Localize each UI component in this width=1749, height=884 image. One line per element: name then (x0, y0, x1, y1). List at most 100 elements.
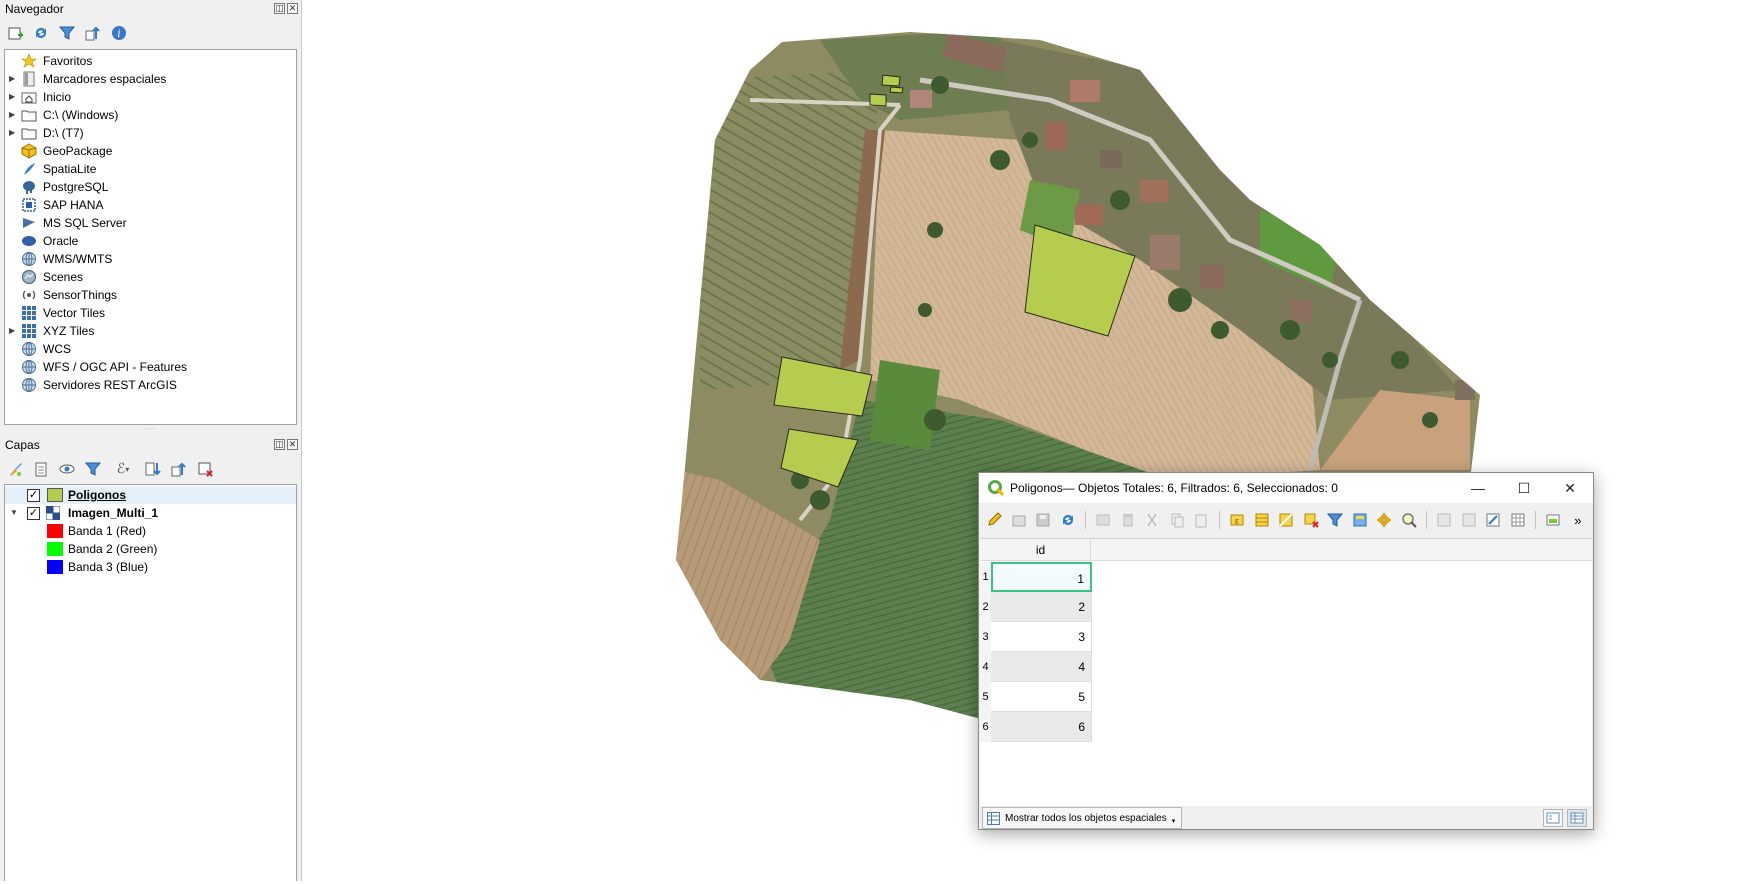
table-view-button[interactable] (1567, 809, 1587, 827)
panel-splitter[interactable]: ····· (0, 426, 302, 432)
browser-item[interactable]: Favoritos (5, 52, 296, 70)
polygon-feature[interactable] (869, 93, 887, 107)
row-number[interactable]: 5 (980, 682, 991, 712)
layer-visibility-checkbox[interactable]: ✓ (27, 507, 40, 520)
browser-item[interactable]: GeoPackage (5, 142, 296, 160)
browser-item[interactable]: ▶ C:\ (Windows) (5, 106, 296, 124)
close-panel-icon[interactable]: ✕ (287, 439, 298, 450)
toggle-editing-icon[interactable] (985, 511, 1004, 530)
save-edits-icon[interactable] (1034, 511, 1053, 530)
pan-to-selection-icon[interactable] (1375, 511, 1394, 530)
polygon-feature[interactable] (881, 74, 901, 87)
browser-item[interactable]: MS SQL Server (5, 214, 296, 232)
filter-icon[interactable] (58, 24, 76, 42)
close-button[interactable]: ✕ (1547, 473, 1593, 503)
remove-layer-icon[interactable] (196, 460, 214, 478)
maximize-button[interactable]: ☐ (1501, 473, 1547, 503)
row-number[interactable]: 6 (980, 712, 991, 742)
add-feature-icon[interactable] (1094, 511, 1113, 530)
deselect-all-icon[interactable] (1301, 511, 1320, 530)
id-cell[interactable]: 4 (991, 652, 1092, 682)
select-by-expression-icon[interactable]: ε (1228, 511, 1247, 530)
browser-item[interactable]: WMS/WMTS (5, 250, 296, 268)
refresh-icon[interactable] (32, 24, 50, 42)
table-row[interactable]: 66 (980, 712, 1092, 742)
browser-item[interactable]: SpatiaLite (5, 160, 296, 178)
id-cell[interactable]: 6 (991, 712, 1092, 742)
polygon-feature[interactable] (889, 86, 904, 94)
id-cell[interactable]: 3 (991, 622, 1092, 652)
browser-item[interactable]: SAP HANA (5, 196, 296, 214)
row-number[interactable]: 1 (980, 562, 991, 592)
id-cell[interactable]: 2 (991, 592, 1092, 622)
field-calculator-icon[interactable] (1484, 511, 1503, 530)
paste-icon[interactable] (1192, 511, 1211, 530)
delete-feature-icon[interactable] (1119, 511, 1138, 530)
expand-all-icon[interactable] (144, 460, 162, 478)
style-brush-icon[interactable] (6, 460, 24, 478)
form-view-button[interactable] (1543, 809, 1563, 827)
browser-item[interactable]: PostgreSQL (5, 178, 296, 196)
multi-edit-icon[interactable] (1010, 511, 1029, 530)
new-field-icon[interactable] (1435, 511, 1454, 530)
id-cell[interactable]: 5 (991, 682, 1092, 712)
visibility-eye-icon[interactable] (58, 460, 76, 478)
row-number[interactable]: 3 (980, 622, 991, 652)
attribute-grid[interactable]: id 112233445566 (980, 538, 1592, 806)
add-group-icon[interactable] (32, 460, 50, 478)
float-panel-icon[interactable]: ◫ (274, 3, 285, 14)
show-all-features-button[interactable]: Mostrar todos los objetos espaciales ▾ (982, 807, 1183, 829)
invert-selection-icon[interactable] (1277, 511, 1296, 530)
browser-item[interactable]: ▶ XYZ Tiles (5, 322, 296, 340)
move-selection-to-top-icon[interactable] (1350, 511, 1369, 530)
row-number[interactable]: 4 (980, 652, 991, 682)
expression-filter-icon[interactable]: ℰ ▾ (110, 460, 136, 478)
table-row[interactable]: 33 (980, 622, 1092, 652)
close-panel-icon[interactable]: ✕ (287, 3, 298, 14)
browser-item[interactable]: Vector Tiles (5, 304, 296, 322)
browser-item[interactable]: ▶ Inicio (5, 88, 296, 106)
id-cell[interactable]: 1 (991, 562, 1092, 592)
layer-symbol-swatch[interactable] (47, 488, 63, 502)
browser-item[interactable]: SensorThings (5, 286, 296, 304)
reload-icon[interactable] (1059, 511, 1078, 530)
collapse-arrow-icon[interactable]: ▼ (10, 504, 18, 522)
row-number[interactable]: 2 (980, 592, 991, 622)
filter-select-icon[interactable] (1326, 511, 1345, 530)
select-all-icon[interactable] (1252, 511, 1271, 530)
layer-visibility-checkbox[interactable]: ✓ (27, 489, 40, 502)
expand-arrow-icon[interactable]: ▶ (9, 70, 17, 88)
collapse-all-icon[interactable] (84, 24, 102, 42)
table-row[interactable]: 11 (980, 562, 1092, 592)
browser-item[interactable]: Scenes (5, 268, 296, 286)
browser-item[interactable]: ▶ D:\ (T7) (5, 124, 296, 142)
minimize-button[interactable]: — (1455, 473, 1501, 503)
delete-field-icon[interactable] (1459, 511, 1478, 530)
browser-item[interactable]: WFS / OGC API - Features (5, 358, 296, 376)
collapse-all-layers-icon[interactable] (170, 460, 188, 478)
info-icon[interactable]: i (110, 24, 128, 42)
dock-table-icon[interactable] (1544, 511, 1563, 530)
table-row[interactable]: 22 (980, 592, 1092, 622)
layer-item[interactable]: ✓ Poligonos (5, 486, 296, 504)
table-row[interactable]: 55 (980, 682, 1092, 712)
filter-legend-icon[interactable] (84, 460, 102, 478)
browser-item[interactable]: Servidores REST ArcGIS (5, 376, 296, 394)
browser-item[interactable]: Oracle (5, 232, 296, 250)
cut-icon[interactable] (1143, 511, 1162, 530)
copy-icon[interactable] (1168, 511, 1187, 530)
more-tools-button[interactable]: » (1569, 511, 1588, 530)
expand-arrow-icon[interactable]: ▶ (9, 124, 17, 142)
attribute-table-titlebar[interactable]: Poligonos— Objetos Totales: 6, Filtrados… (979, 473, 1593, 503)
table-row[interactable]: 44 (980, 652, 1092, 682)
expand-arrow-icon[interactable]: ▶ (9, 88, 17, 106)
add-layer-icon[interactable] (6, 24, 24, 42)
column-header-id[interactable]: id (991, 539, 1091, 561)
layer-item[interactable]: ▼ ✓ Imagen_Multi_1 (5, 504, 296, 522)
conditional-formatting-icon[interactable] (1509, 511, 1528, 530)
expand-arrow-icon[interactable]: ▶ (9, 106, 17, 124)
browser-item[interactable]: ▶ Marcadores espaciales (5, 70, 296, 88)
browser-item[interactable]: WCS (5, 340, 296, 358)
zoom-to-selection-icon[interactable] (1399, 511, 1418, 530)
float-panel-icon[interactable]: ◫ (274, 439, 285, 450)
